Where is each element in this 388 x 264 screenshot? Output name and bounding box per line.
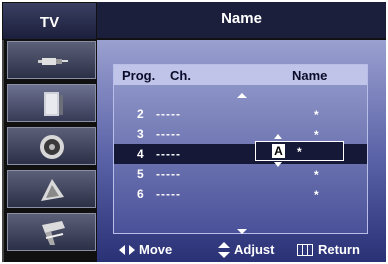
input-plug-icon <box>38 58 68 65</box>
row-channel: ----- <box>156 107 181 121</box>
move-hint: Move <box>139 242 173 257</box>
page-title: Name <box>221 10 262 27</box>
adjust-hint: Adjust <box>234 242 275 257</box>
row-name: * <box>314 168 319 182</box>
row-prog: 4 <box>137 147 144 161</box>
sidebar <box>2 40 97 262</box>
sidebar-item-sound[interactable] <box>7 127 96 165</box>
row-channel: ----- <box>156 147 181 161</box>
row-prog: 6 <box>137 187 144 201</box>
scroll-down-arrow-icon[interactable] <box>237 229 247 234</box>
sidebar-item-setup[interactable] <box>7 213 96 251</box>
scroll-up-arrow-icon[interactable] <box>237 93 247 98</box>
table-row[interactable]: 5 ----- * <box>114 164 367 184</box>
row-channel: ----- <box>156 127 181 141</box>
sound-speaker-icon <box>40 135 64 159</box>
table-row[interactable]: 2 ----- * <box>114 104 367 124</box>
name-cursor-char[interactable]: A <box>272 144 285 158</box>
sidebar-item-picture[interactable] <box>7 84 96 122</box>
move-arrows-icon <box>119 245 135 255</box>
menu-header: Name <box>97 2 386 40</box>
table-row[interactable]: 6 ----- * <box>114 184 367 204</box>
name-edit-field[interactable]: A * <box>255 141 344 161</box>
menu-category-title: TV <box>2 2 97 40</box>
setup-antenna-icon <box>42 221 65 245</box>
row-channel: ----- <box>156 167 181 181</box>
channel-satellite-icon <box>41 179 64 201</box>
row-prog: 2 <box>137 107 144 121</box>
column-prog: Prog. <box>122 68 156 83</box>
table-header: Prog. Ch. Name <box>114 65 367 85</box>
char-down-arrow-icon[interactable] <box>274 162 282 167</box>
footer-hints: Move Adjust Return <box>97 236 386 262</box>
return-hint: Return <box>318 242 360 257</box>
row-name: * <box>314 108 319 122</box>
return-menu-icon <box>297 244 313 256</box>
adjust-arrows-icon <box>218 242 230 258</box>
osd-menu: TV Name Prog. Ch. Name 2 ----- * 3 -----… <box>0 0 388 264</box>
picture-panel-icon <box>44 92 63 116</box>
column-ch: Ch. <box>170 68 191 83</box>
column-name: Name <box>292 68 328 83</box>
row-prog: 5 <box>137 167 144 181</box>
row-name: * <box>314 188 319 202</box>
sidebar-item-input[interactable] <box>7 41 96 79</box>
sidebar-item-channel[interactable] <box>7 170 96 208</box>
name-panel: Prog. Ch. Name 2 ----- * 3 ----- * 4 ---… <box>97 40 386 262</box>
name-remaining-char: * <box>297 145 302 159</box>
row-prog: 3 <box>137 127 144 141</box>
char-up-arrow-icon[interactable] <box>274 134 282 139</box>
row-name: * <box>314 128 319 142</box>
row-channel: ----- <box>156 187 181 201</box>
